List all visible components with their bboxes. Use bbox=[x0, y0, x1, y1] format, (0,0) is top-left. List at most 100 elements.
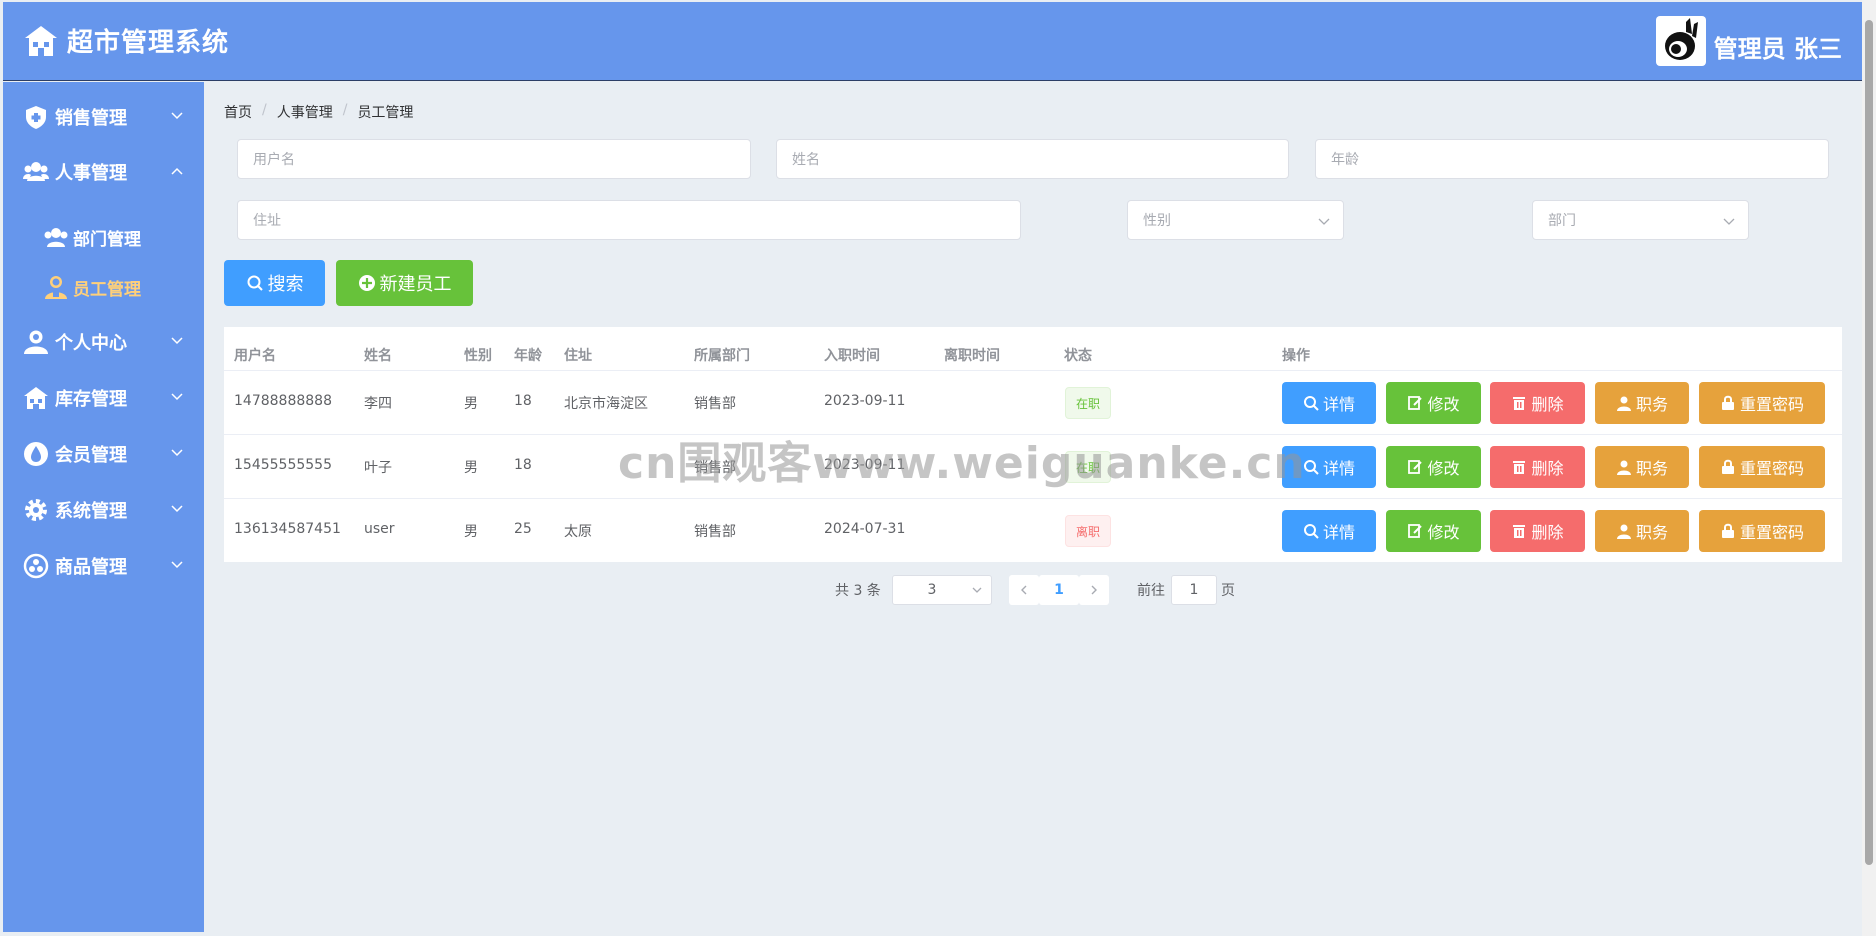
lock-icon bbox=[1721, 523, 1734, 538]
column-header: 操作 bbox=[1282, 348, 1310, 364]
detail-button[interactable]: 详情 bbox=[1282, 446, 1376, 488]
position-button[interactable]: 职务 bbox=[1595, 382, 1689, 424]
username-input[interactable]: 用户名 bbox=[237, 139, 751, 179]
sidebar-item-system[interactable]: 系统管理 bbox=[3, 482, 204, 538]
delete-label: 删除 bbox=[1531, 395, 1564, 414]
home-icon bbox=[25, 25, 57, 56]
address-input[interactable]: 住址 bbox=[237, 200, 1021, 240]
reset-password-button[interactable]: 重置密码 bbox=[1699, 510, 1825, 552]
sidebar-item-sales[interactable]: 销售管理 bbox=[3, 89, 204, 145]
drop-icon bbox=[24, 442, 48, 466]
app-window: 超市管理系统 管理员 张三 销售管理 人事管理 部门管理 员工管理 个人中心 库… bbox=[3, 2, 1862, 932]
cell-hire-date: 2023-09-11 bbox=[824, 457, 906, 473]
edit-button[interactable]: 修改 bbox=[1386, 382, 1481, 424]
delete-label: 删除 bbox=[1531, 523, 1564, 542]
edit-label: 修改 bbox=[1427, 459, 1460, 478]
position-label: 职务 bbox=[1635, 523, 1668, 542]
detail-button[interactable]: 详情 bbox=[1282, 382, 1376, 424]
goto-suffix: 页 bbox=[1221, 583, 1235, 599]
gender-placeholder: 性别 bbox=[1143, 213, 1171, 229]
sidebar-subitem-department[interactable]: 部门管理 bbox=[3, 212, 204, 262]
department-select[interactable]: 部门 bbox=[1532, 200, 1749, 240]
sidebar-item-label: 个人中心 bbox=[55, 333, 127, 354]
name-input[interactable]: 姓名 bbox=[776, 139, 1289, 179]
delete-label: 删除 bbox=[1531, 459, 1564, 478]
user-area[interactable]: 管理员 张三 bbox=[1655, 16, 1842, 66]
cell-name: 李四 bbox=[364, 396, 392, 412]
name-placeholder: 姓名 bbox=[792, 152, 820, 168]
sidebar-item-goods[interactable]: 商品管理 bbox=[3, 538, 204, 594]
delete-button[interactable]: 删除 bbox=[1490, 382, 1585, 424]
cell-department: 销售部 bbox=[694, 524, 736, 540]
next-page-button[interactable] bbox=[1079, 575, 1109, 605]
cell-department: 销售部 bbox=[694, 460, 736, 476]
new-employee-button[interactable]: 新建员工 bbox=[336, 260, 473, 306]
column-header: 入职时间 bbox=[824, 348, 880, 364]
edit-label: 修改 bbox=[1427, 395, 1460, 414]
search-icon bbox=[1303, 396, 1319, 411]
age-input[interactable]: 年龄 bbox=[1315, 139, 1829, 179]
sidebar-subitem-employee[interactable]: 员工管理 bbox=[3, 262, 204, 312]
page-number-1[interactable]: 1 bbox=[1039, 575, 1079, 605]
cell-address: 北京市海淀区 bbox=[564, 396, 648, 412]
chevron-down-icon bbox=[171, 561, 183, 569]
chevron-right-icon bbox=[1091, 585, 1097, 595]
user-icon bbox=[1616, 460, 1631, 475]
avatar[interactable] bbox=[1655, 16, 1706, 66]
goto-prefix: 前往 bbox=[1137, 583, 1165, 599]
position-button[interactable]: 职务 bbox=[1595, 510, 1689, 552]
detail-button[interactable]: 详情 bbox=[1282, 510, 1376, 552]
position-label: 职务 bbox=[1635, 459, 1668, 478]
scrollbar[interactable] bbox=[1862, 0, 1876, 936]
detail-label: 详情 bbox=[1322, 523, 1355, 542]
chevron-down-icon bbox=[1723, 218, 1735, 225]
sidebar-item-member[interactable]: 会员管理 bbox=[3, 426, 204, 482]
edit-icon bbox=[1408, 396, 1423, 410]
department-placeholder: 部门 bbox=[1548, 213, 1576, 229]
scrollbar-thumb[interactable] bbox=[1865, 20, 1873, 865]
position-button[interactable]: 职务 bbox=[1595, 446, 1689, 488]
column-header: 所属部门 bbox=[694, 348, 750, 364]
cell-age: 25 bbox=[514, 521, 532, 537]
edit-button[interactable]: 修改 bbox=[1386, 446, 1481, 488]
prev-page-button[interactable] bbox=[1009, 575, 1039, 605]
sidebar-item-inventory[interactable]: 库存管理 bbox=[3, 370, 204, 426]
breadcrumb-hr[interactable]: 人事管理 bbox=[277, 102, 333, 122]
sidebar-item-hr[interactable]: 人事管理 bbox=[3, 144, 204, 200]
main-content: 首页 / 人事管理 / 员工管理 用户名 姓名 年龄 住址 性别 部门 搜索 新… bbox=[204, 82, 1862, 932]
cell-address: 太原 bbox=[564, 524, 592, 540]
sidebar-item-personal[interactable]: 个人中心 bbox=[3, 314, 204, 370]
gender-select[interactable]: 性别 bbox=[1127, 200, 1344, 240]
reset-password-button[interactable]: 重置密码 bbox=[1699, 382, 1825, 424]
column-header: 离职时间 bbox=[944, 348, 1000, 364]
page-size-select[interactable]: 3 bbox=[892, 575, 992, 605]
people-icon bbox=[23, 162, 49, 181]
search-button-label: 搜索 bbox=[267, 274, 304, 295]
search-icon bbox=[247, 275, 263, 291]
edit-icon bbox=[1408, 524, 1423, 538]
chevron-down-icon bbox=[972, 587, 982, 593]
goto-page-input[interactable]: 1 bbox=[1171, 575, 1217, 605]
cell-gender: 男 bbox=[464, 524, 478, 540]
reset-password-button[interactable]: 重置密码 bbox=[1699, 446, 1825, 488]
delete-button[interactable]: 删除 bbox=[1490, 446, 1585, 488]
cell-age: 18 bbox=[514, 393, 532, 409]
employee-icon bbox=[45, 276, 67, 299]
search-button[interactable]: 搜索 bbox=[224, 260, 325, 306]
cell-hire-date: 2024-07-31 bbox=[824, 521, 906, 537]
search-icon bbox=[1303, 460, 1319, 475]
breadcrumb-current: 员工管理 bbox=[357, 105, 414, 121]
sidebar-item-label: 销售管理 bbox=[55, 108, 127, 129]
trash-icon bbox=[1513, 397, 1526, 410]
edit-button[interactable]: 修改 bbox=[1386, 510, 1481, 552]
sidebar-subitem-label: 员工管理 bbox=[73, 279, 141, 300]
plus-circle-icon bbox=[358, 275, 375, 291]
delete-button[interactable]: 删除 bbox=[1490, 510, 1585, 552]
cell-username: 14788888888 bbox=[234, 393, 332, 409]
table-row: 14788888888 李四 男 18 北京市海淀区 销售部 2023-09-1… bbox=[224, 370, 1842, 434]
app-title: 超市管理系统 bbox=[67, 28, 230, 58]
breadcrumb-home[interactable]: 首页 bbox=[224, 102, 252, 122]
pagination-total: 共 3 条 bbox=[835, 583, 881, 599]
penguin-avatar-icon bbox=[1664, 18, 1698, 60]
top-header: 超市管理系统 管理员 张三 bbox=[3, 2, 1862, 81]
